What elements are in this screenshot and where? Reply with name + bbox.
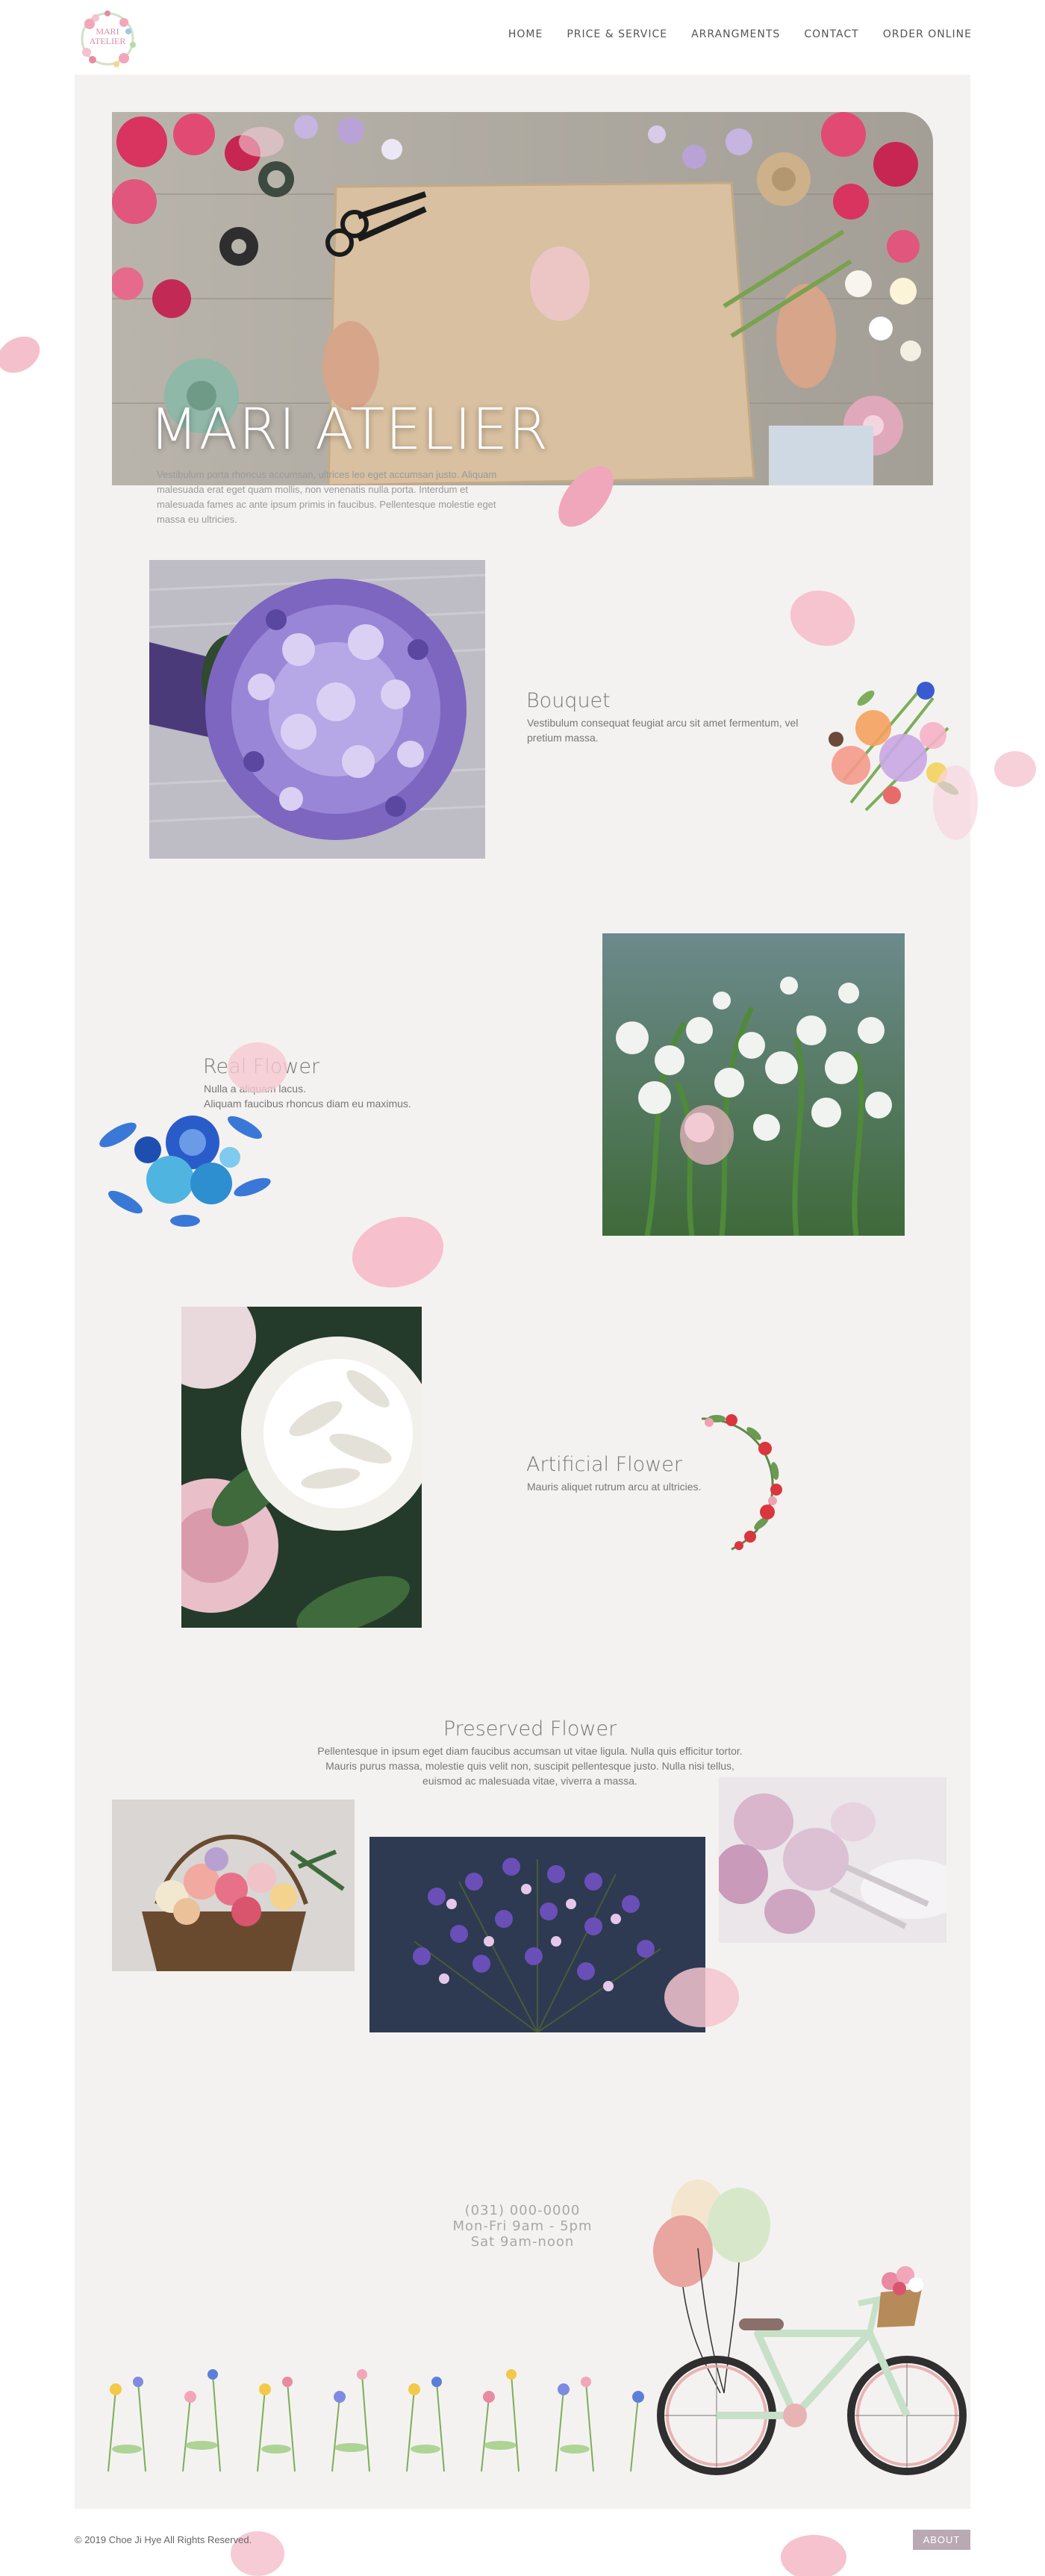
wildflower-border-icon bbox=[107, 2369, 644, 2471]
petal-icon bbox=[231, 2531, 284, 2576]
balloon-icon bbox=[653, 2180, 770, 2287]
preserved-purple-photo bbox=[369, 1837, 705, 2032]
hero-description: Vestibulum porta rhoncus accumsan, ultri… bbox=[157, 469, 497, 525]
petal-icon bbox=[933, 765, 978, 840]
logo-line2: ATELIER bbox=[89, 36, 126, 46]
preserved-flower-description: Pellentesque in ipsum eget diam faucibus… bbox=[317, 1745, 743, 1787]
main-nav: HOME PRICE & SERVICE ARRANGMENTS CONTACT… bbox=[508, 28, 972, 40]
petal-icon bbox=[558, 466, 614, 527]
petal-icon bbox=[0, 336, 40, 373]
bouquet-photo bbox=[149, 560, 485, 859]
floral-garland-icon bbox=[701, 1414, 782, 1551]
blue-floral-icon bbox=[99, 1116, 271, 1227]
artificial-flower-title: Artificial Flower bbox=[526, 1453, 682, 1476]
bouquet-title: Bouquet bbox=[526, 689, 611, 712]
petal-icon bbox=[664, 1967, 739, 2027]
preserved-basket-photo bbox=[112, 1799, 355, 1971]
footer-copyright: © 2019 Choe Ji Hye All Rights Reserved. bbox=[75, 2534, 252, 2545]
contact-phone[interactable]: (031) 000-0000 bbox=[373, 2203, 672, 2218]
petal-icon bbox=[994, 751, 1036, 787]
nav-order-online[interactable]: ORDER ONLINE bbox=[883, 28, 972, 40]
artificial-flower-photo bbox=[181, 1307, 422, 1628]
bouquet-description: Vestibulum consequat feugiat arcu sit am… bbox=[527, 717, 799, 744]
nav-price-service[interactable]: PRICE & SERVICE bbox=[567, 28, 667, 40]
contact-info: (031) 000-0000 Mon-Fri 9am - 5pm Sat 9am… bbox=[373, 2203, 672, 2250]
about-button[interactable]: ABOUT bbox=[913, 2530, 970, 2550]
preserved-tulip-photo bbox=[719, 1777, 946, 1943]
contact-hours-saturday: Sat 9am-noon bbox=[470, 2234, 575, 2250]
hero-title: MARI ATELIER bbox=[149, 396, 549, 462]
nav-arrangments[interactable]: ARRANGMENTS bbox=[691, 28, 780, 40]
contact-hours-weekday: Mon-Fri 9am - 5pm bbox=[452, 2218, 593, 2234]
petal-icon bbox=[790, 590, 855, 647]
petal-icon bbox=[781, 2535, 846, 2576]
petal-icon bbox=[228, 1042, 287, 1093]
bicycle-icon bbox=[653, 2180, 967, 2475]
nav-contact[interactable]: CONTACT bbox=[804, 28, 858, 40]
nav-home[interactable]: HOME bbox=[508, 28, 543, 40]
preserved-flower-title: Preserved Flower bbox=[443, 1717, 617, 1740]
real-flower-photo bbox=[602, 933, 905, 1236]
petal-icon bbox=[352, 1216, 444, 1288]
logo[interactable]: MARI ATELIER bbox=[75, 6, 140, 72]
